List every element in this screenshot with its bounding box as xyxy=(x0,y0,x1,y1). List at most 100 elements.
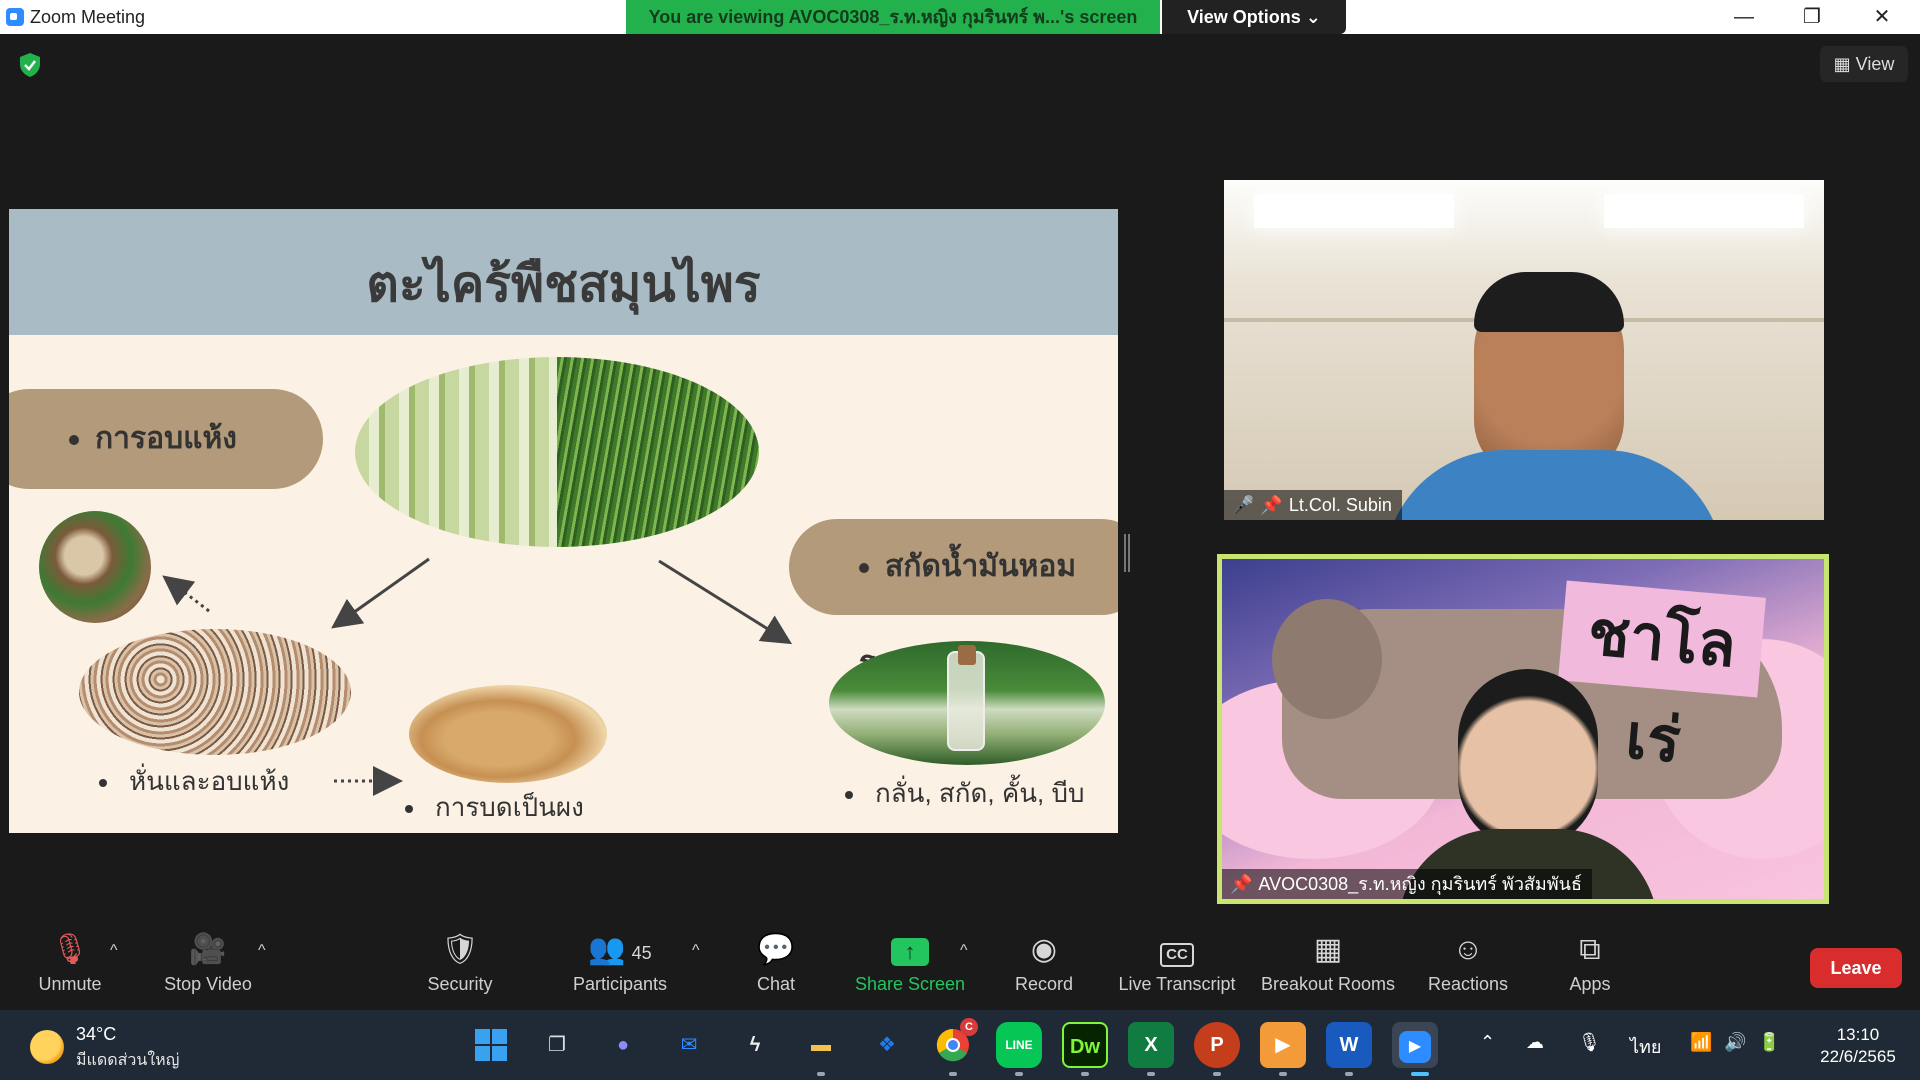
bullet-icon xyxy=(405,805,413,814)
start-icon[interactable] xyxy=(468,1022,514,1068)
share-options-caret-icon[interactable]: ^ xyxy=(960,942,968,960)
running-indicator xyxy=(1213,1072,1221,1076)
title-bar: Zoom Meeting You are viewing AVOC0308_ร.… xyxy=(0,0,1920,34)
dreamweaver-icon[interactable]: Dw xyxy=(1062,1022,1108,1068)
weather-sun-icon[interactable] xyxy=(30,1030,64,1064)
dropbox-icon[interactable]: ❖ xyxy=(864,1022,910,1068)
reactions-button[interactable]: ☺ Reactions xyxy=(1418,928,1518,1002)
participants-icon: 👥 45 xyxy=(588,933,652,966)
wifi-icon[interactable]: 📶 xyxy=(1690,1032,1712,1053)
breakout-rooms-icon: ▦ xyxy=(1313,933,1343,966)
word-icon[interactable]: W xyxy=(1326,1022,1372,1068)
volume-icon[interactable]: 🔊 xyxy=(1724,1032,1746,1053)
video-camera-icon: 🎥 xyxy=(189,933,227,966)
chat-bubble-icon: 💬 xyxy=(757,933,795,966)
microphone-icon[interactable]: 🎙 xyxy=(1578,1032,1601,1053)
record-label: Record xyxy=(1014,974,1074,994)
record-icon: ◉ xyxy=(1030,933,1058,966)
restore-button[interactable]: ❐ xyxy=(1778,0,1846,34)
slide-arrows xyxy=(162,557,793,796)
shared-screen-slide[interactable]: ตะไคร้พืชสมุนไพร การอบแห้ง สกัดน้ำมันหอม… xyxy=(9,209,1118,833)
task-view-icon[interactable]: ❐ xyxy=(534,1022,580,1068)
ceiling-light xyxy=(1604,194,1804,228)
live-transcript-button[interactable]: CC Live Transcript xyxy=(1112,928,1242,1002)
stylus-app-icon[interactable]: ϟ xyxy=(732,1022,778,1068)
chrome-icon[interactable]: C xyxy=(930,1018,978,1068)
clock-time: 13:10 xyxy=(1836,1025,1880,1044)
chat-label: Chat xyxy=(756,974,796,994)
battery-icon[interactable]: 🔋 xyxy=(1758,1032,1780,1053)
zoom-icon[interactable]: ▶ xyxy=(1392,1022,1438,1068)
participant-name: Lt.Col. Subin xyxy=(1288,495,1392,515)
split-divider-handle[interactable] xyxy=(1124,534,1130,572)
mail-icon[interactable]: ✉ xyxy=(666,1022,712,1068)
viewing-screen-banner: You are viewing AVOC0308_ร.ท.หญิง กุมริน… xyxy=(626,0,1160,34)
chrome-badge: C xyxy=(960,1018,978,1036)
video-tile-active-speaker[interactable]: ชาโลเร่ 📌 AVOC0308_ร.ท.หญิง กุมรินทร์ พัว… xyxy=(1217,554,1829,904)
audio-options-caret-icon[interactable]: ^ xyxy=(110,942,118,960)
view-options-button[interactable]: View Options ⌄ xyxy=(1162,0,1346,34)
participants-count: 45 xyxy=(631,943,652,963)
caption-cut-and-dry: หั่นและอบแห้ง xyxy=(99,761,289,802)
caption-extract: กลั่น, สกัด, คั้น, บีบ xyxy=(845,773,1084,814)
mic-muted-icon: 🎙 xyxy=(50,933,90,966)
participant-name-label: 📌 AVOC0308_ร.ท.หญิง กุมรินทร์ พัวสัมพันธ์ xyxy=(1222,869,1592,899)
live-transcript-label: Live Transcript xyxy=(1118,974,1236,994)
apps-button[interactable]: ⧉ Apps xyxy=(1540,928,1640,1002)
running-indicator xyxy=(1015,1072,1023,1076)
video-tile-subin[interactable]: 🎤 📌 Lt.Col. Subin xyxy=(1224,180,1824,520)
unmute-label: Unmute xyxy=(38,974,102,994)
file-explorer-icon[interactable]: ▬ xyxy=(798,1022,844,1068)
teams-chat-icon[interactable]: ● xyxy=(600,1022,646,1068)
closed-caption-icon: CC xyxy=(1112,928,1242,972)
breakout-rooms-button[interactable]: ▦ Breakout Rooms xyxy=(1258,928,1398,1002)
participant-name: AVOC0308_ร.ท.หญิง กุมรินทร์ พัวสัมพันธ์ xyxy=(1258,874,1582,894)
onedrive-cloud-icon[interactable]: ☁ xyxy=(1526,1032,1544,1053)
running-indicator xyxy=(1147,1072,1155,1076)
powerpoint-icon[interactable]: P xyxy=(1194,1022,1240,1068)
background-sticker-text: ชาโลเร่ xyxy=(1558,580,1766,777)
chat-button[interactable]: 💬 Chat xyxy=(726,928,826,1002)
weather-temperature[interactable]: 34°C xyxy=(76,1024,116,1045)
meeting-area: ▦ View ตะไคร้พืชสมุนไพร การอบแห้ง สกัดน้… xyxy=(0,34,1920,920)
apps-icon: ⧉ xyxy=(1579,933,1601,966)
minimize-button[interactable]: — xyxy=(1710,0,1778,34)
line-icon[interactable]: LINE xyxy=(996,1022,1042,1068)
apps-label: Apps xyxy=(1569,974,1611,994)
meeting-toolbar: 🎙 Unmute ^ 🎥 Stop Video ^ 🛡 Security 👥 45… xyxy=(0,920,1920,1010)
input-language[interactable]: ไทย xyxy=(1630,1032,1661,1061)
share-screen-button[interactable]: ↑ Share Screen xyxy=(850,928,970,1002)
excel-icon[interactable]: X xyxy=(1128,1022,1174,1068)
running-indicator xyxy=(1279,1072,1287,1076)
participants-options-caret-icon[interactable]: ^ xyxy=(692,942,700,960)
media-player-icon[interactable]: ▶ xyxy=(1260,1022,1306,1068)
system-clock[interactable]: 13:10 22/6/2565 xyxy=(1808,1024,1908,1068)
unmute-button[interactable]: 🎙 Unmute xyxy=(20,928,120,1002)
security-button[interactable]: 🛡 Security xyxy=(410,928,510,1002)
pin-icon: 📌 xyxy=(1230,874,1253,894)
windows-taskbar: 34°C มีแดดส่วนใหญ่ ❐ ● ✉ ϟ ▬ ❖ C LINE Dw… xyxy=(0,1010,1920,1080)
arrow-to-dried-herb xyxy=(162,575,210,613)
participants-label: Participants xyxy=(572,974,668,994)
share-screen-icon: ↑ xyxy=(850,928,970,972)
weather-description[interactable]: มีแดดส่วนใหญ่ xyxy=(76,1048,179,1073)
pin-icon: 📌 xyxy=(1260,495,1283,515)
grid-icon: ▦ xyxy=(1833,54,1856,74)
participants-button[interactable]: 👥 45 Participants xyxy=(560,928,680,1002)
caption-grind-text: การบดเป็นผง xyxy=(435,792,584,822)
show-hidden-icons-chevron-icon[interactable]: ⌃ xyxy=(1480,1032,1495,1053)
view-layout-button[interactable]: ▦ View xyxy=(1820,46,1908,82)
encryption-shield-icon[interactable] xyxy=(18,52,42,78)
background-cow-head xyxy=(1272,599,1382,719)
video-options-caret-icon[interactable]: ^ xyxy=(258,942,266,960)
caption-cut-text: หั่นและอบแห้ง xyxy=(129,766,290,796)
share-screen-label: Share Screen xyxy=(854,974,966,994)
participant-face xyxy=(1458,669,1598,849)
caption-grind: การบดเป็นผง xyxy=(405,787,584,828)
close-button[interactable]: ✕ xyxy=(1848,0,1916,34)
record-button[interactable]: ◉ Record xyxy=(994,928,1094,1002)
mic-muted-icon: 🎤 xyxy=(1232,495,1255,515)
stop-video-button[interactable]: 🎥 Stop Video xyxy=(148,928,268,1002)
bullet-icon xyxy=(99,779,107,788)
leave-button[interactable]: Leave xyxy=(1810,948,1902,988)
